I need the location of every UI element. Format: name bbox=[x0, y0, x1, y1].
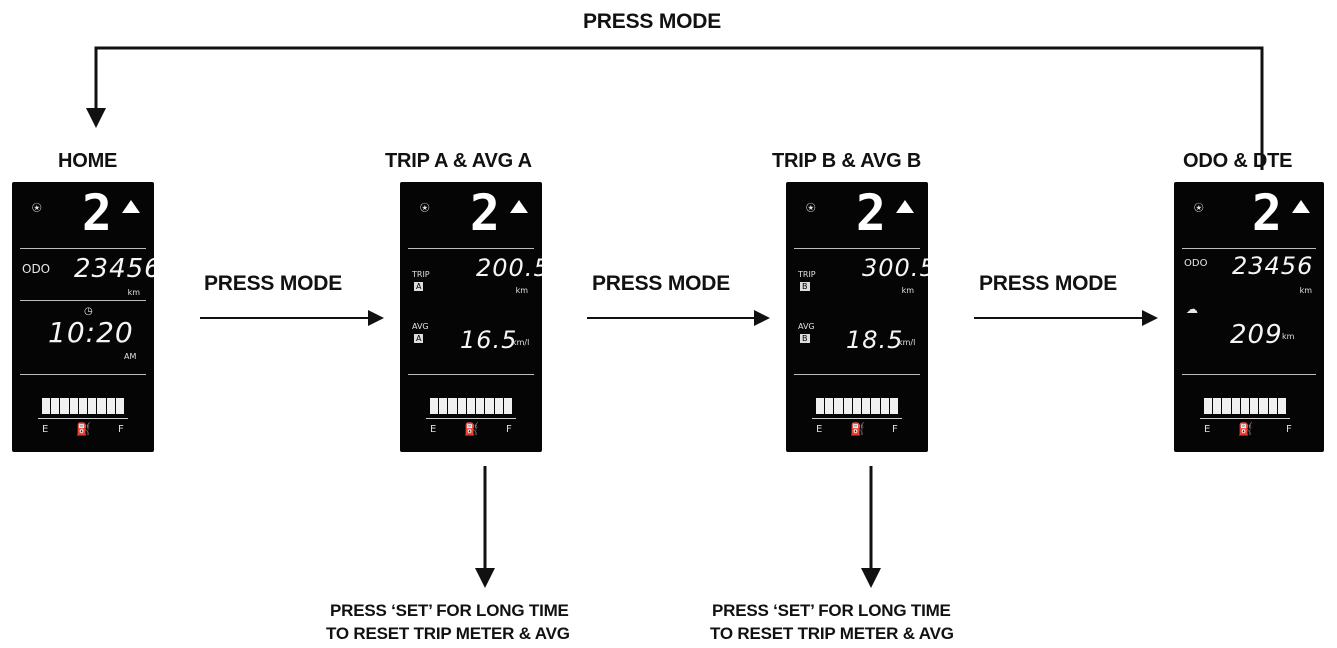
avg-label: AVG bbox=[412, 322, 429, 331]
odo-label: ODO bbox=[1184, 258, 1208, 269]
lamp-icon: ⍟ bbox=[420, 198, 430, 217]
odo-value: 23456 bbox=[1232, 252, 1314, 280]
fuel-full-label: F bbox=[506, 424, 512, 435]
display-home: ⍟ 2 ODO 23456 km ◷ 10:20 AM E ⛽ F bbox=[12, 182, 154, 452]
fuel-gauge-bars bbox=[42, 398, 124, 414]
fuel-full-label: F bbox=[1286, 424, 1292, 435]
loop-arrow bbox=[94, 46, 1264, 170]
trip-value: 200.5 bbox=[476, 254, 542, 282]
dte-unit: km bbox=[1282, 332, 1295, 341]
flow-arrows bbox=[86, 46, 1264, 588]
fuel-gauge-bars bbox=[430, 398, 512, 414]
gear-indicator: 2 bbox=[855, 184, 886, 242]
avg-value: 18.5 bbox=[846, 326, 904, 354]
lamp-icon: ⍟ bbox=[32, 198, 42, 217]
fuel-empty-label: E bbox=[816, 424, 823, 435]
fuel-pump-icon: ⛽ bbox=[1238, 422, 1253, 436]
trip-badge: A bbox=[414, 282, 424, 291]
fuel-gauge-bars bbox=[816, 398, 898, 414]
fuel-full-label: F bbox=[118, 424, 124, 435]
fuel-pump-icon: ⛽ bbox=[76, 422, 91, 436]
upshift-icon bbox=[896, 200, 914, 213]
fuel-gauge-bars bbox=[1204, 398, 1286, 414]
fuel-full-label: F bbox=[892, 424, 898, 435]
trip-badge: B bbox=[800, 282, 810, 291]
lamp-icon: ⍟ bbox=[806, 198, 816, 217]
odo-unit: km bbox=[1299, 286, 1312, 295]
clock-ampm: AM bbox=[124, 352, 137, 361]
fuel-pump-icon: ⛽ bbox=[464, 422, 479, 436]
avg-unit: km/l bbox=[898, 338, 916, 347]
upshift-icon bbox=[1292, 200, 1310, 213]
gear-indicator: 2 bbox=[81, 184, 112, 242]
upshift-icon bbox=[510, 200, 528, 213]
loop-arrow-head bbox=[86, 108, 106, 128]
avg-badge: A bbox=[414, 334, 424, 343]
range-icon: ☁ bbox=[1186, 302, 1198, 316]
gear-indicator: 2 bbox=[469, 184, 500, 242]
fuel-pump-icon: ⛽ bbox=[850, 422, 865, 436]
odo-label: ODO bbox=[22, 262, 51, 276]
fuel-empty-label: E bbox=[430, 424, 437, 435]
display-odo-dte: ⍟ 2 ODO 23456 km ☁ 209 km E ⛽ F bbox=[1174, 182, 1324, 452]
avg-label: AVG bbox=[798, 322, 815, 331]
avg-unit: km/l bbox=[512, 338, 530, 347]
avg-badge: B bbox=[800, 334, 810, 343]
trip-label: TRIP bbox=[412, 270, 430, 279]
trip-unit: km bbox=[901, 286, 914, 295]
trip-value: 300.5 bbox=[862, 254, 928, 282]
gear-indicator: 2 bbox=[1251, 184, 1282, 242]
dte-value: 209 bbox=[1230, 320, 1283, 350]
trip-label: TRIP bbox=[798, 270, 816, 279]
trip-unit: km bbox=[515, 286, 528, 295]
lamp-icon: ⍟ bbox=[1194, 198, 1204, 217]
clock-value: 10:20 bbox=[48, 316, 134, 349]
fuel-empty-label: E bbox=[42, 424, 49, 435]
display-trip-a: ⍟ 2 TRIP A 200.5 km AVG A 16.5 km/l E ⛽ … bbox=[400, 182, 542, 452]
display-trip-b: ⍟ 2 TRIP B 300.5 km AVG B 18.5 km/l E ⛽ … bbox=[786, 182, 928, 452]
fuel-empty-label: E bbox=[1204, 424, 1211, 435]
odo-value: 23456 bbox=[74, 254, 154, 284]
odo-unit: km bbox=[127, 288, 140, 297]
avg-value: 16.5 bbox=[460, 326, 518, 354]
upshift-icon bbox=[122, 200, 140, 213]
